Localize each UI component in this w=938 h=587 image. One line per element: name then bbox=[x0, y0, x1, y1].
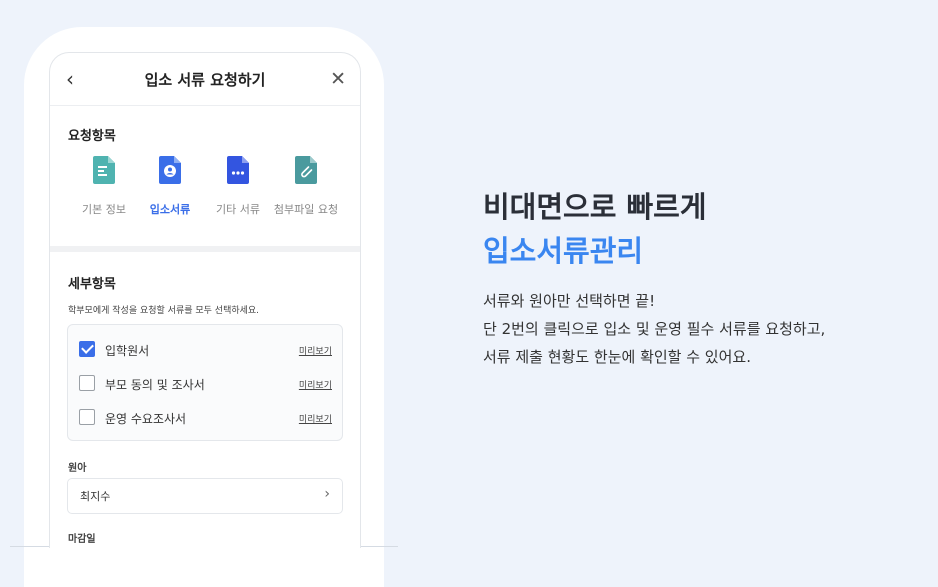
checkbox-checked[interactable] bbox=[79, 341, 95, 357]
document-name: 운영 수요조사서 bbox=[105, 412, 187, 426]
document-name: 입학원서 bbox=[105, 344, 150, 358]
category-admission-docs[interactable]: 입소서류 bbox=[132, 156, 208, 217]
document-name: 부모 동의 및 조사서 bbox=[105, 378, 205, 392]
document-item[interactable]: 입학원서 미리보기 bbox=[79, 339, 332, 361]
document-list: 입학원서 미리보기 부모 동의 및 조사서 미리보기 운영 수요조사서 미리보기 bbox=[67, 324, 343, 441]
category-label: 기타 서류 bbox=[216, 203, 260, 216]
profile-document-icon bbox=[159, 156, 181, 184]
deadline-label: 마감일 bbox=[68, 534, 96, 545]
category-basic-info[interactable]: 기본 정보 bbox=[66, 156, 142, 217]
category-label: 기본 정보 bbox=[82, 203, 126, 216]
more-document-icon bbox=[227, 156, 249, 184]
modal-title: 입소 서류 요청하기 bbox=[144, 71, 266, 89]
document-lines-icon bbox=[93, 156, 115, 184]
checkbox-unchecked[interactable] bbox=[79, 409, 95, 425]
child-label: 원아 bbox=[68, 463, 87, 474]
hero-highlight: 입소서류관리 bbox=[483, 234, 644, 268]
preview-link[interactable]: 미리보기 bbox=[299, 344, 332, 357]
close-icon[interactable]: ✕ bbox=[330, 67, 346, 91]
request-section-title: 요청항목 bbox=[68, 129, 116, 144]
child-value: 최지수 bbox=[80, 490, 111, 503]
document-item[interactable]: 운영 수요조사서 미리보기 bbox=[79, 407, 332, 429]
chevron-right-icon: › bbox=[324, 486, 330, 502]
category-other-docs[interactable]: 기타 서류 bbox=[200, 156, 276, 217]
hero-body-line: 서류 제출 현황도 한눈에 확인할 수 있어요. bbox=[483, 348, 751, 366]
preview-link[interactable]: 미리보기 bbox=[299, 378, 332, 391]
checkbox-unchecked[interactable] bbox=[79, 375, 95, 391]
hero-body-line: 단 2번의 클릭으로 입소 및 운영 필수 서류를 요청하고, bbox=[483, 320, 826, 338]
child-select[interactable]: 최지수 › bbox=[67, 478, 343, 514]
category-attachment-request[interactable]: 첨부파일 요청 bbox=[268, 156, 344, 217]
hero-headline: 비대면으로 빠르게 bbox=[483, 190, 707, 224]
section-divider bbox=[50, 246, 360, 252]
hero-body-line: 서류와 원아만 선택하면 끝! bbox=[483, 292, 656, 310]
detail-description: 학부모에게 작성을 요청할 서류를 모두 선택하세요. bbox=[68, 306, 260, 316]
app-screen: ‹ 입소 서류 요청하기 ✕ 요청항목 기본 정보 입소서류 기타 서류 첨부파… bbox=[49, 52, 361, 548]
paperclip-document-icon bbox=[295, 156, 317, 184]
category-label: 첨부파일 요청 bbox=[273, 203, 339, 216]
document-item[interactable]: 부모 동의 및 조사서 미리보기 bbox=[79, 373, 332, 395]
detail-section-title: 세부항목 bbox=[68, 277, 116, 292]
modal-header: ‹ 입소 서류 요청하기 ✕ bbox=[50, 53, 360, 106]
preview-link[interactable]: 미리보기 bbox=[299, 412, 332, 425]
category-label: 입소서류 bbox=[149, 203, 191, 216]
